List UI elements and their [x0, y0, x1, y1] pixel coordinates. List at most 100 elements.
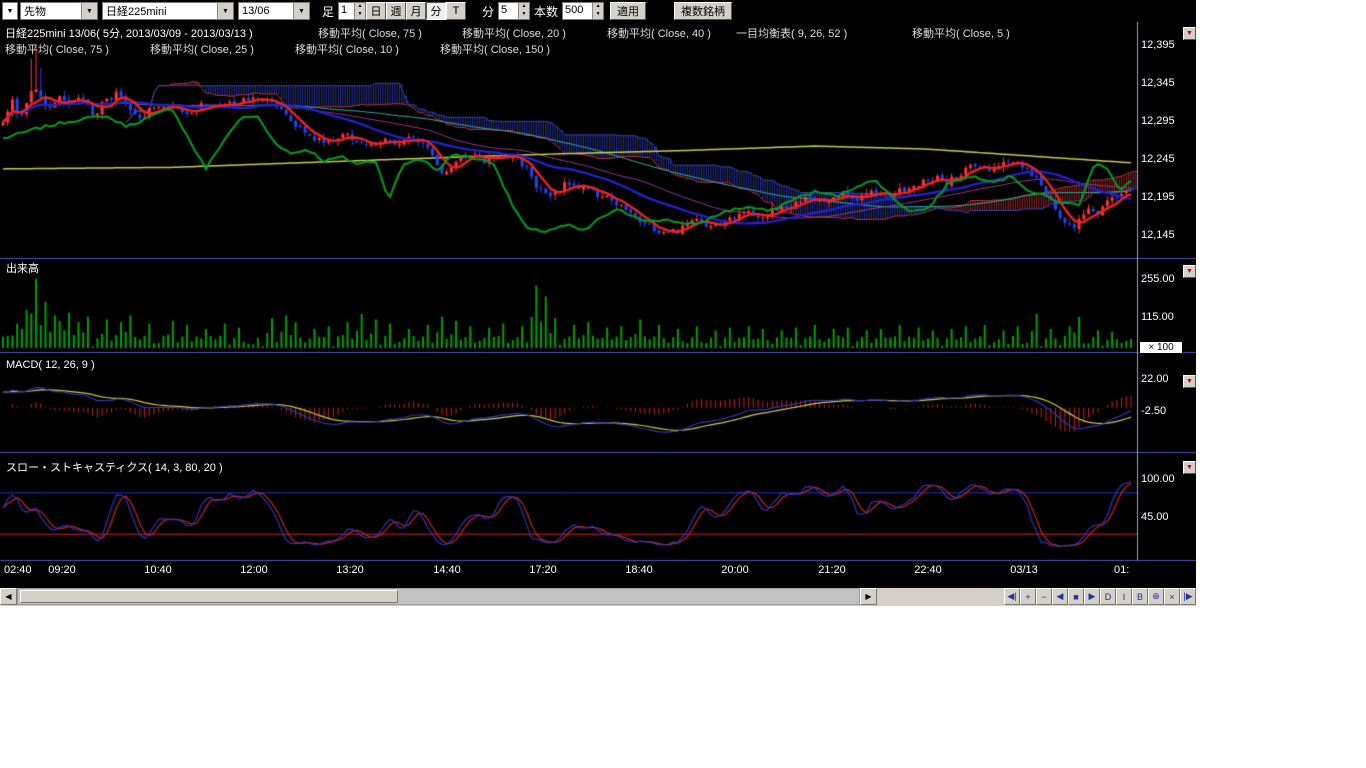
time-axis-label: 10:40 [144, 564, 172, 576]
time-axis-label: 09:20 [48, 564, 76, 576]
time-axis: 02:40 09:20 10:40 12:00 13:20 14:40 17:2… [0, 564, 1137, 580]
legend-ma-150: 移動平均( Close, 150 ) [440, 41, 550, 57]
time-axis-label: 14:40 [433, 564, 461, 576]
volume-panel-arrow-button[interactable]: ▼ [1183, 265, 1196, 278]
legend-ma-75b: 移動平均( Close, 75 ) [5, 41, 109, 57]
category-dropdown-value: 先物 [21, 3, 81, 19]
ashi-label: 足 [322, 3, 334, 20]
stepper-arrows[interactable]: ▲▼ [354, 3, 365, 19]
legend-ma-40: 移動平均( Close, 40 ) [607, 25, 711, 41]
period-week-button[interactable]: 週 [386, 2, 406, 20]
scroll-left-icon: ◀ [5, 592, 11, 601]
scroll-right-button[interactable]: ▶ [860, 588, 877, 605]
legend-ma-25: 移動平均( Close, 25 ) [150, 41, 254, 57]
spin-down-icon[interactable]: ▼ [519, 11, 529, 19]
time-axis-label: 20:00 [721, 564, 749, 576]
macd-axis-label: -2.50 [1141, 405, 1166, 417]
price-panel-arrow-button[interactable]: ▼ [1183, 27, 1196, 40]
ashi-stepper-value[interactable]: 1 [339, 3, 354, 19]
close-button[interactable]: × [1164, 588, 1180, 605]
triangle-down-icon: ▼ [1186, 378, 1193, 385]
chevron-down-icon[interactable]: ▼ [81, 3, 97, 19]
legend-ma-20: 移動平均( Close, 20 ) [462, 25, 566, 41]
mode-d-button[interactable]: D [1100, 588, 1116, 605]
chart-area: 日経225mini 13/06( 5分, 2013/03/09 - 2013/0… [0, 22, 1196, 588]
stepper-arrows[interactable]: ▲▼ [592, 3, 603, 19]
volume-axis-label: 255.00 [1141, 273, 1175, 285]
period-minute-button[interactable]: 分 [426, 2, 446, 20]
legend-row-1: 日経225mini 13/06( 5分, 2013/03/09 - 2013/0… [0, 25, 1137, 39]
bars-stepper-value[interactable]: 500 [563, 3, 592, 19]
chart-nav-cluster: ◀| + − ◀ ■ ▶ D I B ⊕ × |▶ [1004, 588, 1196, 605]
price-axis-label: 12,395 [1141, 39, 1175, 51]
price-axis-label: 12,145 [1141, 229, 1175, 241]
play-button[interactable]: ▶ [1084, 588, 1100, 605]
spin-down-icon[interactable]: ▼ [593, 11, 603, 19]
time-axis-label: 03/13 [1010, 564, 1038, 576]
ashi-stepper[interactable]: 1 ▲▼ [338, 2, 366, 20]
symbol-dropdown[interactable]: 日経225mini ▼ [102, 2, 234, 20]
legend-row-2: 移動平均( Close, 75 ) 移動平均( Close, 25 ) 移動平均… [0, 41, 1137, 55]
spin-up-icon[interactable]: ▲ [355, 3, 365, 11]
symbol-dropdown-value: 日経225mini [103, 3, 217, 19]
triangle-down-icon: ▼ [1186, 464, 1193, 471]
nav-last-button[interactable]: |▶ [1180, 588, 1196, 605]
contract-dropdown-value: 13/06 [239, 5, 293, 17]
bars-stepper[interactable]: 500 ▲▼ [562, 2, 604, 20]
chevron-down-icon[interactable]: ▼ [293, 3, 309, 19]
time-axis-label: 21:20 [818, 564, 846, 576]
horizontal-scrollbar: ◀ ▶ ◀| + − ◀ ■ ▶ D I B ⊕ × |▶ [0, 588, 1196, 606]
macd-panel-title: MACD( 12, 26, 9 ) [6, 359, 95, 371]
chevron-down-icon: ▼ [7, 8, 14, 15]
category-dropdown[interactable]: 先物 ▼ [20, 2, 98, 20]
period-day-button[interactable]: 日 [366, 2, 386, 20]
price-axis-label: 12,245 [1141, 153, 1175, 165]
stepper-arrows[interactable]: ▲▼ [518, 3, 529, 19]
stop-button[interactable]: ■ [1068, 588, 1084, 605]
mode-i-button[interactable]: I [1116, 588, 1132, 605]
zoom-in-button[interactable]: + [1020, 588, 1036, 605]
spin-down-icon[interactable]: ▼ [355, 11, 365, 19]
price-axis-label: 12,345 [1141, 77, 1175, 89]
triangle-down-icon: ▼ [1186, 30, 1193, 37]
toolbar: ▼ 先物 ▼ 日経225mini ▼ 13/06 ▼ 足 1 ▲▼ 日 週 月 … [0, 0, 1196, 22]
legend-ichimoku: 一目均衡表( 9, 26, 52 ) [736, 25, 847, 41]
nav-first-button[interactable]: ◀| [1004, 588, 1020, 605]
price-axis-label: 12,295 [1141, 115, 1175, 127]
chevron-down-icon[interactable]: ▼ [217, 3, 233, 19]
legend-ma-10: 移動平均( Close, 10 ) [295, 41, 399, 57]
stoch-panel-title: スロー・ストキャスティクス( 14, 3, 80, 20 ) [6, 459, 223, 475]
time-axis-label: 17:20 [529, 564, 557, 576]
minute-stepper[interactable]: 5 ▲▼ [498, 2, 530, 20]
macd-panel-arrow-button[interactable]: ▼ [1183, 375, 1196, 388]
contract-dropdown[interactable]: 13/06 ▼ [238, 2, 310, 20]
volume-multiplier-badge: × 100 [1139, 341, 1183, 354]
bars-label: 本数 [534, 3, 558, 20]
zoom-out-button[interactable]: − [1036, 588, 1052, 605]
time-axis-label: 22:40 [914, 564, 942, 576]
stoch-axis-label: 45.00 [1141, 511, 1169, 523]
time-axis-label: 12:00 [240, 564, 268, 576]
volume-panel-title: 出来高 [6, 260, 39, 276]
price-axis-label: 12,195 [1141, 191, 1175, 203]
scrollbar-track[interactable] [17, 588, 860, 605]
stoch-panel-arrow-button[interactable]: ▼ [1183, 461, 1196, 474]
mode-b-button[interactable]: B [1132, 588, 1148, 605]
time-axis-label: 18:40 [625, 564, 653, 576]
legend-ma-75: 移動平均( Close, 75 ) [318, 25, 422, 41]
period-tick-button[interactable]: T [446, 2, 466, 20]
crosshair-button[interactable]: ⊕ [1148, 588, 1164, 605]
time-axis-label: 02:40 [4, 564, 32, 576]
multi-symbol-button[interactable]: 複数銘柄 [674, 2, 732, 20]
spin-up-icon[interactable]: ▲ [593, 3, 603, 11]
scroll-left-button[interactable]: ◀ [0, 588, 17, 605]
panel-selector-dropdown[interactable]: ▼ [2, 2, 18, 20]
apply-button[interactable]: 適用 [610, 2, 646, 20]
time-axis-label: 13:20 [336, 564, 364, 576]
period-month-button[interactable]: 月 [406, 2, 426, 20]
chart-canvas[interactable] [0, 22, 1196, 588]
spin-up-icon[interactable]: ▲ [519, 3, 529, 11]
nav-left-button[interactable]: ◀ [1052, 588, 1068, 605]
minute-stepper-value[interactable]: 5 [499, 3, 518, 19]
scrollbar-thumb[interactable] [20, 590, 398, 603]
